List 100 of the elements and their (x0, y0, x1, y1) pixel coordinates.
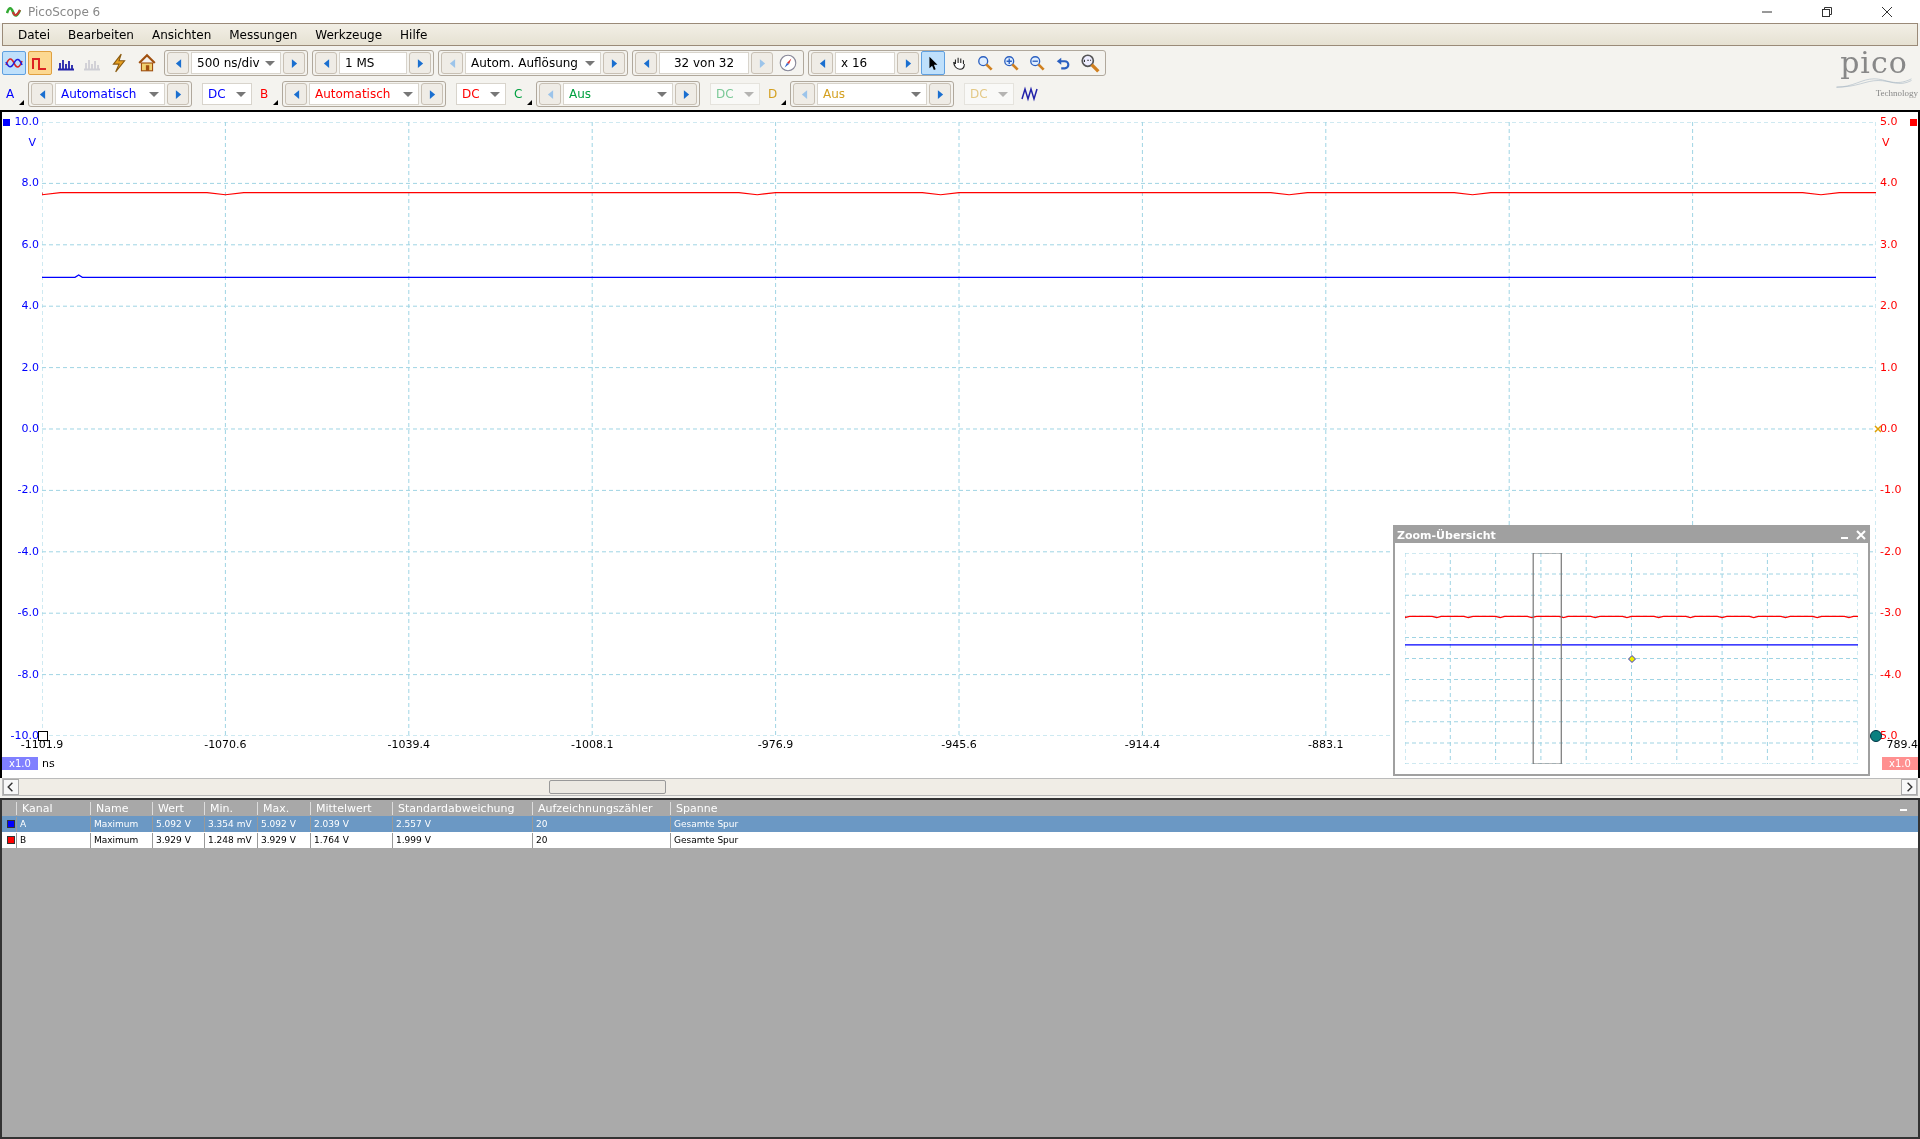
coupling-dropdown[interactable]: DC (456, 83, 506, 105)
range-dropdown[interactable]: Automatisch (55, 83, 165, 105)
table-cell: 20 (532, 816, 670, 832)
scroll-right-button[interactable] (1901, 779, 1917, 795)
axis-label: -8.0 (17, 668, 39, 681)
zoom-window-frame[interactable] (1532, 553, 1562, 764)
close-button[interactable] (1881, 5, 1893, 18)
axis-label: 4.0 (21, 300, 39, 313)
table-cell: A (16, 816, 90, 832)
lightning-icon[interactable] (109, 53, 129, 73)
offset-marker-icon (1870, 730, 1882, 742)
panel-title: Zoom-Übersicht (1397, 528, 1496, 542)
axis-label: -945.6 (941, 738, 977, 751)
axis-label: -1.0 (1880, 484, 1902, 497)
left-triangle-icon (546, 89, 554, 99)
next-button[interactable] (421, 83, 443, 105)
samples-field[interactable]: 1 MS (339, 52, 407, 74)
right-triangle-icon (290, 58, 298, 68)
horizontal-scrollbar[interactable] (2, 778, 1918, 796)
next-button[interactable] (167, 83, 189, 105)
scrollbar-thumb[interactable] (549, 780, 666, 794)
column-header[interactable]: Wert (152, 801, 204, 815)
axis-label: 3.0 (1880, 238, 1898, 251)
table-cell: 5.092 V (152, 816, 204, 832)
next-button[interactable] (409, 52, 431, 74)
undo-icon (1054, 55, 1072, 71)
trigger-marker-icon (1874, 425, 1882, 433)
axis-label: -2.0 (1880, 545, 1902, 558)
menu-item[interactable]: Datei (9, 27, 59, 42)
column-header[interactable]: Name (90, 801, 152, 815)
axis-label: -1008.1 (570, 738, 614, 751)
range-dropdown[interactable]: Automatisch (309, 83, 419, 105)
hand-icon (950, 55, 968, 71)
column-header[interactable]: Max. (257, 801, 310, 815)
left-triangle-icon (322, 58, 330, 68)
home-icon[interactable] (137, 53, 157, 73)
previous-button[interactable] (811, 52, 833, 74)
coupling-dropdown[interactable]: DC (202, 83, 252, 105)
menu-item[interactable]: Ansichten (142, 27, 221, 42)
restore-button[interactable] (1821, 5, 1833, 18)
left-triangle-icon (292, 89, 300, 99)
axis-label: 0.0 (1880, 423, 1898, 435)
menu-item[interactable]: Werkzeuge (306, 27, 392, 42)
range-dropdown[interactable]: Aus (563, 83, 673, 105)
table-row[interactable]: B Maximum 3.929 V 1.248 mV 3.929 V 1.764 V 1.999 V 20 Gesamte Spur (2, 832, 1918, 848)
range-dropdown[interactable]: Aus (817, 83, 927, 105)
column-header[interactable]: Kanal (16, 801, 90, 815)
previous-button[interactable] (167, 52, 189, 74)
channel-marker-icon (3, 119, 10, 126)
axis-label: -1039.4 (387, 738, 431, 751)
right-triangle-icon (758, 58, 766, 68)
zoom-in-icon (1002, 55, 1020, 71)
scroll-left-button[interactable] (3, 779, 19, 795)
pointer-tool-button[interactable] (921, 51, 945, 75)
zoom-out-icon (1028, 55, 1046, 71)
magnifier-icon (976, 55, 994, 71)
compass-icon[interactable] (778, 53, 798, 73)
channel-marker-icon (1910, 119, 1917, 126)
next-button[interactable] (675, 83, 697, 105)
persistence-mode-button[interactable] (28, 51, 52, 75)
next-button[interactable] (929, 83, 951, 105)
column-header[interactable]: Mittelwert (310, 801, 392, 815)
previous-button[interactable] (285, 83, 307, 105)
left-triangle-icon (818, 58, 826, 68)
logo-text: pico (1840, 48, 1908, 78)
axis-label: -3.0 (1880, 607, 1902, 620)
table-cell: B (16, 832, 90, 848)
axis-unit: V (1882, 136, 1890, 149)
menu-item[interactable]: Hilfe (391, 27, 437, 42)
previous-button[interactable] (31, 83, 53, 105)
scope-mode-button[interactable] (2, 51, 26, 75)
previous-button[interactable] (635, 52, 657, 74)
axis-label: 2.0 (1880, 300, 1898, 313)
column-header[interactable]: Min. (204, 801, 257, 815)
right-triangle-icon (174, 89, 182, 99)
zoom-factor-field[interactable]: x 16 (835, 52, 895, 74)
table-row[interactable]: A Maximum 5.092 V 3.354 mV 5.092 V 2.039 V 2.557 V 20 Gesamte Spur (2, 816, 1918, 832)
previous-button[interactable] (315, 52, 337, 74)
column-header[interactable]: Aufzeichnungszähler (532, 801, 670, 815)
table-cell: 1.764 V (310, 832, 392, 848)
table-cell: Maximum (90, 832, 152, 848)
pulse-icon (31, 55, 49, 71)
table-cell: 3.929 V (257, 832, 310, 848)
zoom-reset-icon[interactable] (1080, 53, 1100, 73)
left-triangle-icon (174, 58, 182, 68)
next-button[interactable] (603, 52, 625, 74)
timebase-dropdown[interactable]: 500 ns/div (191, 52, 281, 74)
next-button[interactable] (283, 52, 305, 74)
window-title: PicoScope 6 (28, 4, 101, 19)
buffer-field[interactable]: 32 von 32 (659, 52, 749, 74)
axis-label: -4.0 (17, 545, 39, 558)
table-cell: 2.039 V (310, 816, 392, 832)
menu-item[interactable]: Messungen (220, 27, 307, 42)
column-header[interactable]: Standardabweichung (392, 801, 532, 815)
menu-item[interactable]: Bearbeiten (59, 27, 143, 42)
table-cell: 2.557 V (392, 816, 532, 832)
right-triangle-icon (610, 58, 618, 68)
next-button[interactable] (897, 52, 919, 74)
resolution-dropdown[interactable]: Autom. Auflösung (465, 52, 601, 74)
table-cell: Gesamte Spur (670, 832, 1918, 848)
